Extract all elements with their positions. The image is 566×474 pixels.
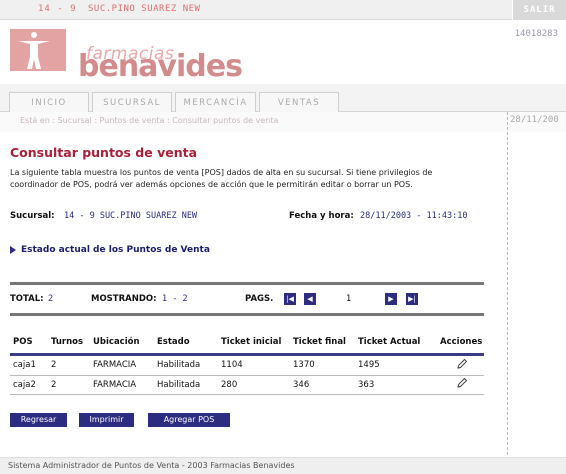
store-code: 14 - 9 — [38, 4, 77, 14]
cell-estado: Habilitada — [157, 379, 201, 390]
col-acciones: Acciones — [440, 337, 483, 347]
top-bar: 14 - 9 SUC.PINO SUAREZ NEW SALIR — [0, 0, 566, 20]
cell-acciones — [437, 375, 484, 394]
last-page-icon[interactable]: ▶| — [406, 293, 418, 305]
breadcrumb-bar: Está en : Sucursal : Puntos de venta : C… — [0, 112, 566, 132]
print-button[interactable]: Imprimir — [79, 413, 134, 427]
col-turnos: Turnos — [51, 337, 84, 347]
info-row: Sucursal: 14 - 9 SUC.PINO SUAREZ NEW Fec… — [10, 211, 484, 225]
logo-block — [10, 29, 66, 71]
cell-ticket-final: 346 — [293, 379, 310, 390]
footer: Sistema Administrador de Puntos de Venta… — [0, 457, 566, 474]
col-ticket-final: Ticket final — [293, 337, 346, 347]
cell-ticket-actual: 363 — [358, 379, 375, 390]
table-row: caja2 2 FARMACIA Habilitada 280 346 363 — [10, 375, 484, 394]
page-title: Consultar puntos de venta — [10, 145, 198, 160]
right-divider — [507, 112, 508, 460]
footer-text: Sistema Administrador de Puntos de Venta… — [8, 461, 295, 470]
pages-label: PAGS. — [245, 294, 274, 304]
col-ubicacion: Ubicación — [93, 337, 140, 347]
table-header-row: POS Turnos Ubicación Estado Ticket inici… — [10, 331, 484, 353]
order-number: 14018283 — [514, 29, 558, 39]
branch-label: Sucursal: — [10, 211, 55, 221]
col-ticket-actual: Ticket Actual — [358, 337, 421, 347]
cell-ticket-inicial: 280 — [221, 379, 238, 390]
logout-button[interactable]: SALIR — [512, 0, 566, 20]
cell-turnos: 2 — [51, 379, 57, 390]
cell-ubicacion: FARMACIA — [93, 360, 137, 371]
divider-top — [10, 282, 484, 285]
first-page-icon[interactable]: |◀ — [284, 293, 296, 305]
tab-sucursal[interactable]: SUCURSAL — [92, 92, 172, 112]
tab-inicio[interactable]: INICIO — [9, 92, 89, 112]
cell-ubicacion: FARMACIA — [93, 379, 137, 390]
cell-pos: caja1 — [13, 360, 36, 371]
cell-ticket-final: 1370 — [293, 360, 315, 371]
cell-pos: caja2 — [13, 379, 36, 390]
total-label: TOTAL: — [10, 294, 44, 304]
cell-turnos: 2 — [51, 360, 57, 371]
tab-mercancia[interactable]: MERCANCÍA — [175, 92, 256, 112]
col-estado: Estado — [157, 337, 190, 347]
brand-header: farmacias benavides 14018283 — [0, 21, 566, 84]
nav-tabs: INICIO SUCURSAL MERCANCÍA VENTAS — [0, 84, 566, 112]
branch-value: 14 - 9 SUC.PINO SUAREZ NEW — [64, 211, 198, 221]
store-name: SUC.PINO SUAREZ NEW — [88, 4, 201, 14]
edit-pencil-icon[interactable] — [456, 377, 468, 389]
datetime-label: Fecha y hora: — [289, 211, 354, 221]
add-pos-button[interactable]: Agregar POS — [148, 413, 230, 427]
section-title: Estado actual de los Puntos de Venta — [21, 245, 210, 255]
col-pos: POS — [13, 337, 33, 347]
divider-bottom — [10, 313, 484, 316]
cell-ticket-actual: 1495 — [358, 360, 380, 371]
person-logo-icon — [18, 32, 50, 69]
pagination-bar: TOTAL: 2 MOSTRANDO: 1 - 2 PAGS. |◀ ◀ 1 ▶… — [10, 293, 484, 309]
edit-pencil-icon[interactable] — [456, 358, 468, 370]
cell-estado: Habilitada — [157, 360, 201, 371]
brand-line-2: benavides — [78, 49, 243, 84]
cell-acciones — [437, 356, 484, 375]
pos-table: POS Turnos Ubicación Estado Ticket inici… — [10, 331, 484, 395]
showing-label: MOSTRANDO: — [91, 294, 157, 304]
next-page-icon[interactable]: ▶ — [385, 293, 397, 305]
section-header: Estado actual de los Puntos de Venta — [10, 245, 210, 255]
tab-ventas[interactable]: VENTAS — [259, 92, 339, 112]
breadcrumb: Está en : Sucursal : Puntos de venta : C… — [20, 116, 279, 125]
intro-text: La siguiente tabla muestra los puntos de… — [10, 168, 433, 189]
arrow-right-icon — [10, 245, 16, 254]
table-row: caja1 2 FARMACIA Habilitada 1104 1370 14… — [10, 356, 484, 375]
showing-value: 1 - 2 — [162, 294, 188, 304]
datetime-value: 28/11/2003 - 11:43:10 — [360, 211, 468, 221]
col-ticket-inicial: Ticket inicial — [221, 337, 282, 347]
prev-page-icon[interactable]: ◀ — [304, 293, 316, 305]
cell-ticket-inicial: 1104 — [221, 360, 243, 371]
current-page: 1 — [346, 294, 352, 304]
back-button[interactable]: Regresar — [10, 413, 67, 427]
total-value: 2 — [48, 294, 54, 304]
breadcrumb-date: 28/11/200 — [510, 115, 559, 125]
